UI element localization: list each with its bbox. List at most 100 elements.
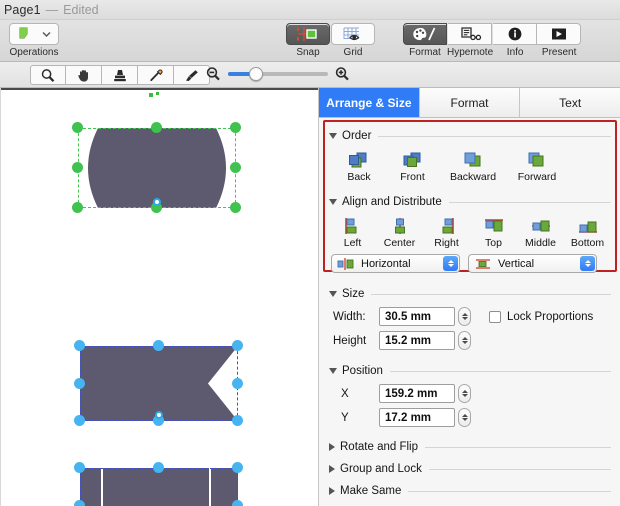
rotate-and-flip-header[interactable]: Rotate and Flip [319, 436, 620, 458]
disclosure-triangle-down-icon[interactable] [329, 368, 337, 374]
format-button-face[interactable] [403, 23, 447, 45]
pennant-selection-box [80, 346, 238, 421]
handle-top-left[interactable] [74, 462, 85, 473]
align-center-label: Center [383, 237, 416, 249]
disclosure-triangle-down-icon[interactable] [329, 133, 337, 139]
distribute-horizontal-stepper[interactable] [443, 256, 458, 271]
pennant-shape[interactable] [74, 340, 243, 426]
tab-arrange-and-size[interactable]: Arrange & Size [319, 88, 420, 117]
position-x-input[interactable]: 159.2 mm [379, 384, 455, 403]
canvas[interactable] [0, 88, 318, 506]
handle-top-center[interactable] [153, 340, 164, 351]
distribute-vertical-select[interactable]: Vertical [468, 254, 597, 273]
zoom-in-icon[interactable] [334, 66, 351, 82]
stamp-tool[interactable] [102, 65, 138, 85]
internal-storage-shape[interactable] [74, 462, 243, 506]
shape-control-pin[interactable] [155, 411, 163, 419]
inspector-panel: Arrange & Size Format Text Order Back Fr… [318, 88, 620, 506]
lock-proportions-checkbox[interactable] [489, 310, 501, 323]
guide-marker-icon [149, 92, 159, 97]
shape-control-pin[interactable] [153, 198, 161, 206]
zoom-slider-knob[interactable] [249, 67, 263, 81]
handle-top-left[interactable] [74, 340, 85, 351]
hand-tool[interactable] [66, 65, 102, 85]
send-backward-button[interactable]: Backward [444, 148, 502, 183]
snap-button-face[interactable] [286, 23, 330, 45]
operations-button[interactable]: Operations [8, 23, 60, 58]
make-same-header[interactable]: Make Same [319, 480, 620, 502]
disclosure-triangle-down-icon[interactable] [329, 199, 337, 205]
handle-top-right[interactable] [230, 122, 241, 133]
align-left-button[interactable]: Left [329, 214, 376, 249]
operations-button-face[interactable] [9, 23, 59, 45]
height-stepper[interactable] [458, 331, 471, 350]
handle-middle-right[interactable] [232, 378, 243, 389]
snap-label: Snap [296, 47, 320, 58]
order-section: Order Back Front Backward Forward [319, 128, 620, 183]
lock-proportions-label: Lock Proportions [507, 310, 594, 323]
position-x-stepper[interactable] [458, 384, 471, 403]
section-divider [425, 446, 611, 448]
group-and-lock-header[interactable]: Group and Lock [319, 458, 620, 480]
lock-proportions-control[interactable]: Lock Proportions [489, 310, 594, 323]
info-button[interactable]: Info [493, 23, 538, 58]
tab-format[interactable]: Format [419, 88, 521, 117]
handle-top-right[interactable] [232, 340, 243, 351]
handle-middle-left[interactable] [72, 162, 83, 173]
handle-bottom-left[interactable] [72, 202, 83, 213]
bring-forward-button[interactable]: Forward [510, 148, 564, 183]
disclosure-triangle-right-icon[interactable] [329, 487, 335, 495]
send-to-back-button[interactable]: Back [337, 148, 381, 183]
order-section-header[interactable]: Order [319, 128, 620, 144]
hypernote-button[interactable]: Hypernote [447, 23, 493, 58]
present-button[interactable]: Present [537, 23, 582, 58]
grid-button[interactable]: Grid [327, 23, 379, 58]
zoom-tool[interactable] [30, 65, 66, 85]
handle-bottom-left[interactable] [74, 415, 85, 426]
align-section-header[interactable]: Align and Distribute [319, 194, 620, 210]
handle-middle-left[interactable] [74, 500, 85, 506]
align-center-icon [394, 218, 405, 234]
bring-to-front-icon [403, 152, 420, 167]
width-input[interactable]: 30.5 mm [379, 307, 455, 326]
height-input[interactable]: 15.2 mm [379, 331, 455, 350]
handle-top-left[interactable] [72, 122, 83, 133]
tab-text[interactable]: Text [520, 88, 620, 117]
align-right-button[interactable]: Right [423, 214, 470, 249]
bring-to-front-button[interactable]: Front [389, 148, 436, 183]
position-y-input[interactable]: 17.2 mm [379, 408, 455, 427]
size-section-header[interactable]: Size [319, 286, 620, 302]
align-bottom-button[interactable]: Bottom [564, 214, 611, 249]
handle-top-right[interactable] [232, 462, 243, 473]
handle-top-center[interactable] [153, 462, 164, 473]
handle-top-center[interactable] [151, 122, 162, 133]
zoom-slider[interactable] [228, 67, 328, 81]
align-top-button[interactable]: Top [470, 214, 517, 249]
handle-middle-left[interactable] [74, 378, 85, 389]
align-middle-button[interactable]: Middle [517, 214, 564, 249]
handle-middle-right[interactable] [232, 500, 243, 506]
zoom-out-icon[interactable] [205, 66, 222, 82]
distribute-vertical-stepper[interactable] [580, 256, 595, 271]
info-button-face[interactable] [493, 23, 538, 45]
barrel-shape[interactable] [72, 122, 241, 213]
present-button-face[interactable] [537, 23, 582, 45]
align-center-button[interactable]: Center [376, 214, 423, 249]
disclosure-triangle-right-icon[interactable] [329, 465, 335, 473]
format-button[interactable]: Format [403, 23, 447, 58]
order-buttons: Back Front Backward Forward [319, 148, 620, 183]
position-section-header[interactable]: Position [319, 363, 620, 379]
hypernote-button-face[interactable] [448, 23, 493, 45]
distribute-horizontal-select[interactable]: Horizontal [331, 254, 460, 273]
eyedropper-tool[interactable] [138, 65, 174, 85]
position-y-stepper[interactable] [458, 408, 471, 427]
handle-bottom-right[interactable] [232, 415, 243, 426]
section-divider [448, 201, 611, 203]
width-stepper[interactable] [458, 307, 471, 326]
disclosure-triangle-down-icon[interactable] [329, 291, 337, 297]
handle-middle-right[interactable] [230, 162, 241, 173]
chevron-up-icon [447, 260, 454, 263]
disclosure-triangle-right-icon[interactable] [329, 443, 335, 451]
grid-button-face[interactable] [331, 23, 375, 45]
handle-bottom-right[interactable] [230, 202, 241, 213]
